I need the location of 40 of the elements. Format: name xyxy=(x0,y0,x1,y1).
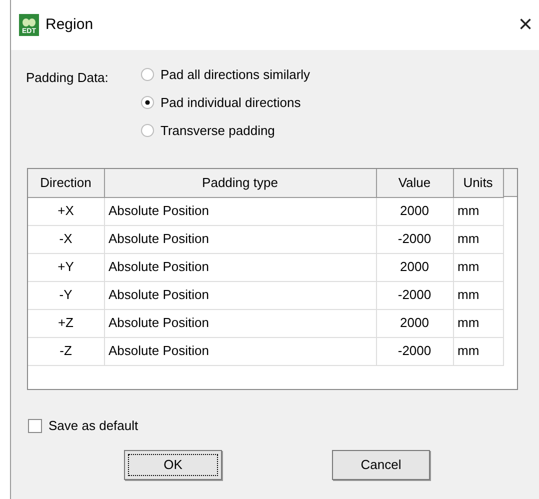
dialog-button[interactable]: OK xyxy=(124,450,222,480)
table-cell: mm xyxy=(453,281,503,309)
table-cell: Absolute Position xyxy=(104,225,376,253)
column-header[interactable]: Padding type xyxy=(104,169,376,197)
table-cell: mm xyxy=(453,225,503,253)
window-title: Region xyxy=(46,14,94,35)
table-cell: mm xyxy=(453,337,503,365)
table-cell: Absolute Position xyxy=(104,281,376,309)
radio-option[interactable]: Pad all directions similarly xyxy=(141,68,310,83)
column-header[interactable]: Direction xyxy=(28,169,104,197)
save-default-checkbox[interactable]: Save as default xyxy=(28,416,138,436)
table-cell: -2000 xyxy=(376,225,453,253)
table-cell: -2000 xyxy=(376,337,453,365)
table-cell: -Y xyxy=(28,281,104,309)
column-header[interactable]: Value xyxy=(376,169,453,197)
table-cell: mm xyxy=(453,309,503,337)
radio-icon[interactable] xyxy=(141,96,154,109)
table-cell: Absolute Position xyxy=(104,253,376,281)
table-cell: mm xyxy=(453,253,503,281)
table-cell: Absolute Position xyxy=(104,309,376,337)
column-header[interactable]: Units xyxy=(453,169,503,197)
table-cell: mm xyxy=(453,197,503,225)
table-cell: +Y xyxy=(28,253,104,281)
dialog-button[interactable]: Cancel xyxy=(332,450,430,480)
radio-option[interactable]: Transverse padding xyxy=(141,124,275,139)
table-cell: +X xyxy=(28,197,104,225)
table-cell: Absolute Position xyxy=(104,197,376,225)
radio-icon[interactable] xyxy=(141,124,154,137)
table-cell: -Z xyxy=(28,337,104,365)
table-cell: 2000 xyxy=(376,197,453,225)
radio-option[interactable]: Pad individual directions xyxy=(141,96,301,111)
table-cell: -2000 xyxy=(376,281,453,309)
radio-icon[interactable] xyxy=(141,68,154,81)
table-cell: 2000 xyxy=(376,309,453,337)
table-cell: -X xyxy=(28,225,104,253)
table-cell: +Z xyxy=(28,309,104,337)
field-label: Padding Data: xyxy=(26,69,110,87)
close-button[interactable]: × xyxy=(518,13,532,37)
table-cell: Absolute Position xyxy=(104,337,376,365)
table-cell: 2000 xyxy=(376,253,453,281)
